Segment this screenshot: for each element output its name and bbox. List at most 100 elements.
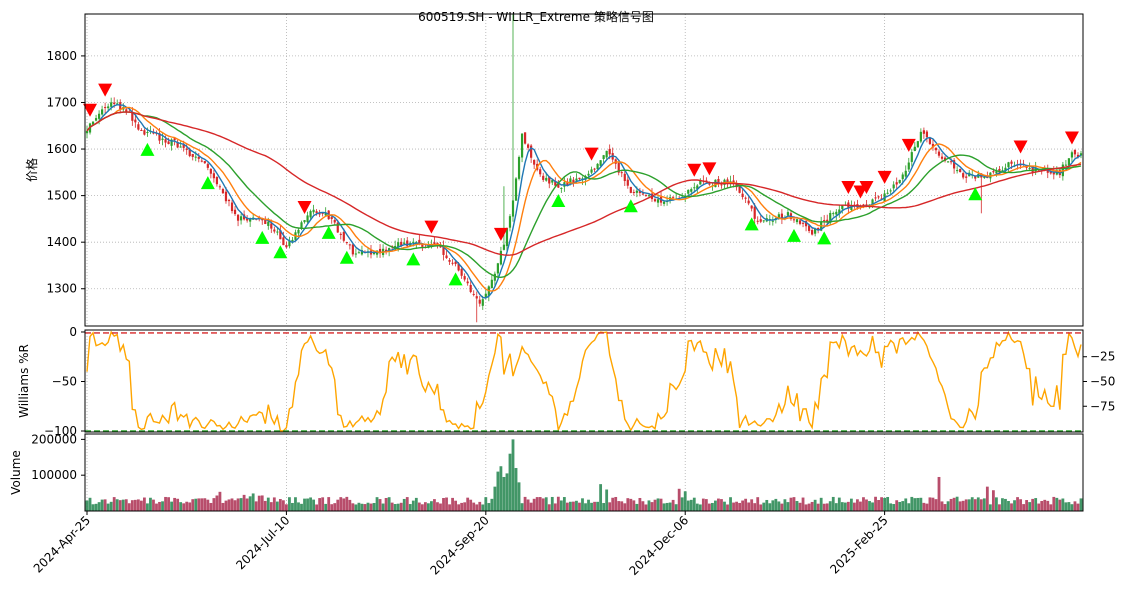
candle-body (224, 191, 228, 202)
volume-bar (949, 498, 953, 511)
williams-ylabel: Williams %R (17, 344, 31, 418)
volume-bar (856, 499, 859, 511)
candle-body (185, 148, 188, 150)
volume-bar (155, 503, 158, 511)
candle-body (499, 250, 503, 265)
volume-bar (242, 494, 246, 511)
sell-signal-marker (1013, 140, 1028, 154)
volume-bar (744, 498, 748, 511)
price-tick-label: 1500 (46, 189, 77, 203)
volume-bar (526, 499, 530, 511)
volume-bar (454, 500, 457, 511)
candle-body (372, 253, 376, 255)
candle-body (835, 211, 838, 215)
volume-bar (1028, 502, 1032, 511)
volume-bar (85, 500, 89, 511)
candle-body (672, 196, 675, 198)
volume-bar (611, 497, 615, 511)
volume-bar (868, 501, 871, 511)
volume-bar (375, 497, 379, 511)
volume-bar (529, 502, 533, 511)
volume-bar (1061, 498, 1065, 511)
candle-body (113, 102, 116, 104)
candle-body (523, 132, 527, 144)
candle-body (448, 260, 451, 262)
volume-bar (686, 500, 690, 511)
candle-body (315, 211, 318, 214)
candle-body (608, 148, 611, 155)
volume-bar (626, 498, 630, 511)
candle-body (167, 141, 170, 145)
candle-body (895, 182, 898, 185)
volume-bar (1013, 500, 1016, 511)
volume-bar (294, 497, 297, 511)
volume-bar (484, 497, 488, 511)
volume-bar (671, 499, 675, 511)
buy-signal-marker (339, 250, 354, 264)
volume-bar (1073, 501, 1077, 511)
sell-signal-marker (98, 83, 113, 97)
candle-body (306, 215, 309, 223)
candle-body (623, 173, 626, 182)
volume-bar (925, 503, 929, 511)
candle-body (949, 161, 953, 163)
volume-bar (674, 504, 678, 511)
volume-bar (251, 493, 255, 511)
candle-body (786, 212, 790, 216)
volume-bar (297, 502, 300, 511)
volume-bar (886, 496, 890, 511)
volume-bar (161, 501, 164, 511)
volume-bar (263, 500, 267, 511)
sell-signal-marker (702, 162, 717, 176)
volume-bar (514, 468, 518, 511)
buy-signal-marker (448, 272, 463, 286)
volume-bar (828, 501, 832, 511)
volume-bar (463, 502, 467, 511)
ma-20-line (86, 111, 1082, 279)
buy-signal-marker (321, 225, 336, 239)
volume-bar (339, 497, 343, 511)
volume-bar (408, 504, 412, 511)
volume-bar (384, 497, 388, 511)
volume-bar (653, 499, 657, 511)
candle-body (312, 209, 315, 213)
volume-bar (130, 500, 134, 511)
volume-bar (623, 503, 627, 511)
volume-bar (402, 498, 406, 511)
volume-bar (578, 502, 581, 511)
volume-bar (901, 501, 905, 511)
volume-bar (550, 496, 554, 511)
volume-bar (369, 503, 373, 511)
candle-body (545, 177, 548, 181)
volume-bar (753, 503, 757, 511)
sell-signal-marker (493, 227, 508, 241)
sell-signal-marker (687, 163, 702, 177)
buy-signal-marker (406, 252, 421, 266)
candle-body (910, 152, 913, 162)
candle-body (342, 231, 345, 241)
volume-bar (581, 498, 584, 511)
candle-body (345, 242, 348, 244)
volume-bar (780, 503, 784, 511)
volume-bar (303, 498, 306, 511)
candle-body (641, 193, 645, 195)
candle-body (194, 156, 197, 158)
volume-bar (907, 503, 911, 511)
candle-body (590, 169, 593, 173)
volume-bar (1058, 499, 1062, 511)
volume-bar (656, 498, 660, 511)
sell-signal-marker (297, 200, 312, 214)
volume-bar (387, 497, 391, 511)
volume-bar (179, 502, 183, 511)
volume-bar (711, 502, 714, 511)
candle-body (466, 281, 469, 284)
wr-left-tick-label: −50 (52, 374, 77, 388)
candle-body (560, 187, 563, 189)
candle-body (823, 220, 826, 222)
x-tick-label: 2024-Dec-06 (626, 513, 691, 578)
volume-bar (133, 499, 137, 511)
candle-body (913, 146, 916, 151)
volume-bar (351, 503, 355, 511)
volume-bar (553, 503, 557, 511)
volume-bar (327, 497, 331, 511)
